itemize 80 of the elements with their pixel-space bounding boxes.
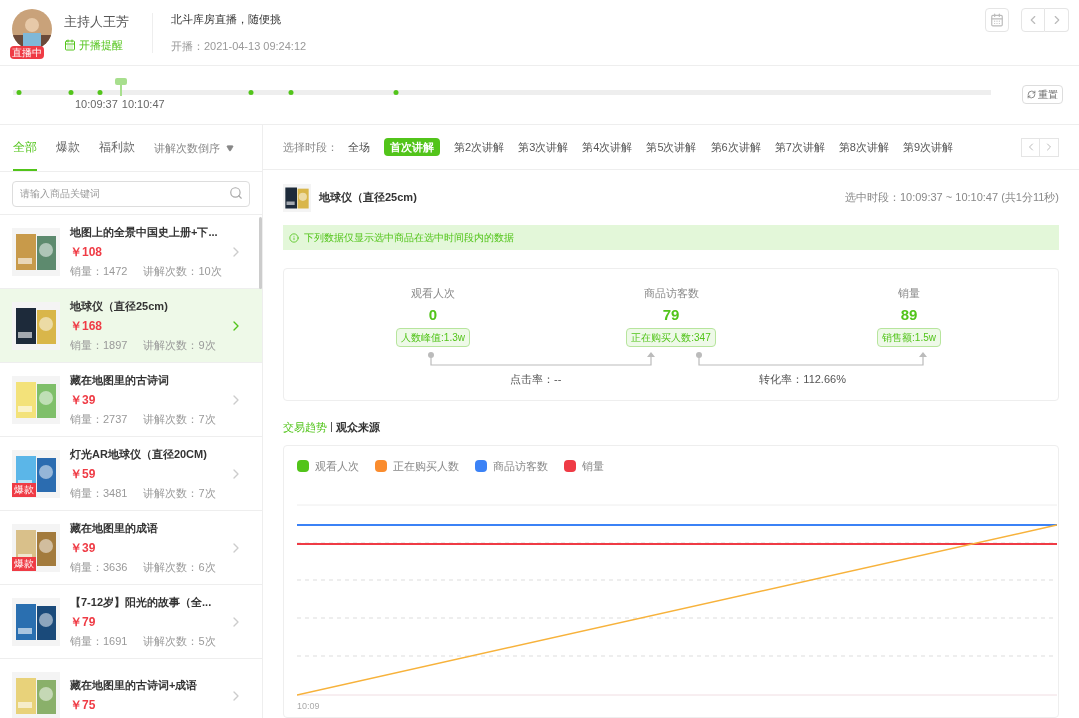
legend-label: 正在购买人数 (393, 459, 459, 474)
calendar-icon (64, 39, 76, 52)
product-price: ￥59 (70, 465, 97, 483)
product-price: ￥108 (70, 243, 104, 261)
calendar-icon (990, 13, 1004, 27)
chart-tab[interactable]: 观众来源 (336, 418, 380, 436)
legend-label: 销量 (582, 459, 604, 474)
notice-text: 下列数据仅显示选中商品在选中时间段内的数据 (304, 231, 514, 245)
info-icon (289, 232, 299, 243)
legend-label: 商品访客数 (493, 459, 548, 474)
next-button[interactable] (1045, 8, 1069, 32)
metric-tag: 销售额:1.5w (877, 328, 941, 347)
product-price: ￥168 (70, 317, 104, 335)
conversion-rate: 转化率：112.66% (759, 372, 846, 387)
product-name: 灯光AR地球仪（直径20CM) (70, 447, 208, 462)
selected-period: 选中时段：10:09:37 ~ 10:10:47 (共1分11秒) (844, 190, 1059, 206)
stream-title: 北斗库房直播，随便挑 (171, 12, 282, 27)
sales-count: 销量：1897 (70, 337, 128, 353)
product-name: 藏在地图里的古诗词+成语 (70, 678, 199, 694)
period-tab[interactable]: 第4次讲解 (582, 138, 633, 156)
metric-label: 商品访客数 (643, 286, 699, 301)
explain-count: 讲解次数：9次 (143, 337, 216, 353)
refresh-icon (1027, 90, 1036, 99)
caret-icon (226, 144, 234, 152)
period-tab[interactable]: 第2次讲解 (454, 138, 505, 156)
metric-label: 销量 (898, 286, 920, 301)
metric-tag: 人数峰值:1.3w (396, 328, 470, 347)
filter-tab[interactable]: 爆款 (56, 125, 80, 171)
start-time: 开播：2021-04-13 09:24:12 (171, 38, 308, 54)
period-tab[interactable]: 第6次讲解 (710, 138, 761, 156)
period-tab[interactable]: 第3次讲解 (518, 138, 569, 156)
calendar-button[interactable] (985, 8, 1009, 32)
metric-value: 79 (662, 304, 680, 325)
product-price: ￥79 (70, 613, 97, 631)
period-tab[interactable]: 第9次讲解 (902, 138, 953, 156)
timeline-drawing[interactable] (13, 76, 991, 96)
product-title: 地球仪（直径25cm) (319, 190, 417, 206)
product-name: 藏在地图里的成语 (70, 521, 159, 536)
product-price: ￥39 (70, 391, 97, 409)
product-name: 藏在地图里的古诗词 (70, 373, 170, 388)
product-item[interactable]: 地球仪（直径25cm) ￥168 销量：1897 讲解次数：9次 (0, 289, 262, 363)
metric-label: 观看人次 (411, 286, 455, 301)
previous-button[interactable] (1021, 137, 1040, 157)
metric-tag: 正在购买人数:347 (626, 328, 716, 347)
reset-button[interactable]: 重置 (1022, 85, 1063, 104)
explain-count: 讲解次数：10次 (143, 263, 222, 279)
product-name: 【7-12岁】阳光的故事（全... (70, 595, 213, 610)
sort-dropdown[interactable]: 讲解次数倒序 (154, 125, 234, 171)
filter-tab[interactable]: 福利款 (99, 125, 135, 171)
timeline-time: 10:10:47 (121, 97, 165, 112)
metric-value: 0 (428, 304, 438, 325)
period-label: 选择时段： (283, 139, 338, 155)
sales-count: 销量：2737 (70, 411, 128, 427)
click-rate: 点击率：-- (510, 372, 562, 387)
sales-count: 销量：3636 (70, 559, 128, 575)
explain-count: 讲解次数：6次 (143, 559, 216, 575)
search-icon (229, 186, 243, 200)
period-tab[interactable]: 第5次讲解 (646, 138, 697, 156)
sales-count: 销量：3481 (70, 485, 128, 501)
explain-count: 讲解次数：5次 (143, 633, 216, 649)
period-tab[interactable]: 全场 (348, 138, 370, 156)
x-axis-label: 10:09 (297, 699, 321, 713)
sales-count: 销量：1472 (70, 263, 128, 279)
product-price: ￥39 (70, 539, 97, 557)
legend-label: 观看人次 (315, 459, 359, 474)
explain-count: 讲解次数：7次 (143, 411, 216, 427)
product-name: 地图上的全景中国史上册+下... (70, 225, 219, 240)
search-field[interactable]: 请输入商品关键词 (12, 180, 250, 207)
metric-value: 89 (900, 304, 918, 325)
period-tab[interactable]: 第7次讲解 (774, 138, 825, 156)
next-button[interactable] (1040, 137, 1059, 157)
previous-button[interactable] (1021, 8, 1045, 32)
host-name: 主持人王芳 (64, 12, 130, 31)
explain-count: 讲解次数：7次 (143, 485, 216, 501)
period-tab[interactable]: 第8次讲解 (838, 138, 889, 156)
live-badge: 直播中 (10, 45, 44, 59)
product-name: 地球仪（直径25cm) (70, 299, 169, 314)
product-price: ￥75 (70, 696, 97, 714)
sales-count: 销量：1691 (70, 633, 128, 649)
timeline-time: 10:09:37 (75, 97, 118, 112)
